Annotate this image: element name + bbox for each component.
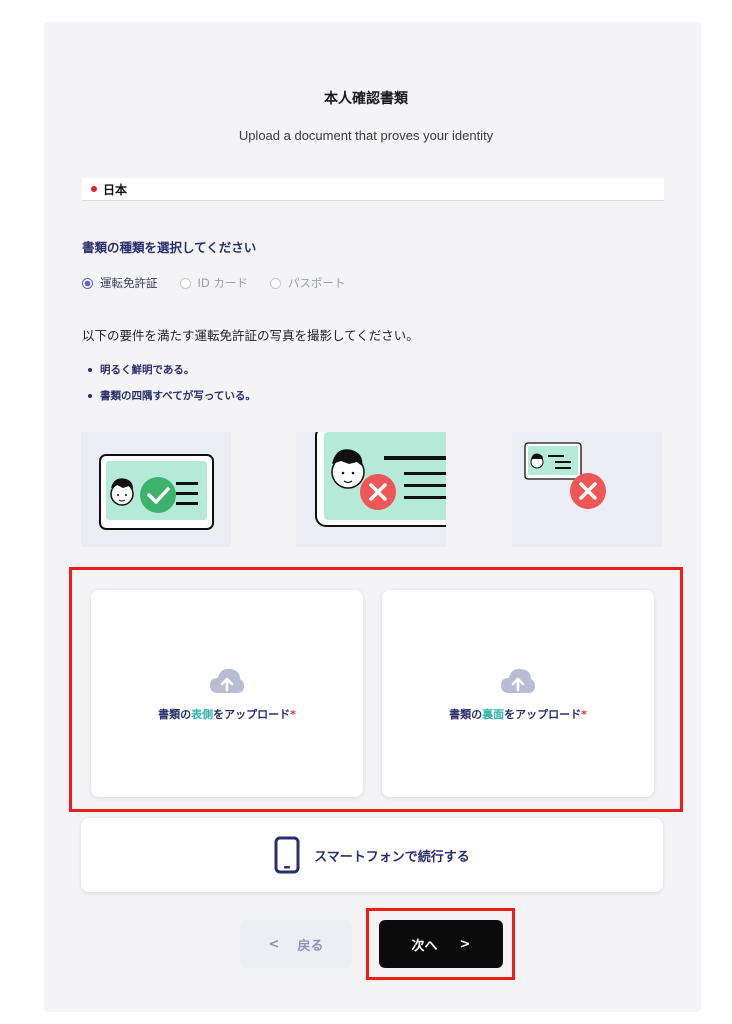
japan-flag-icon [91, 186, 97, 192]
smartphone-label: スマートフォンで続行する [314, 849, 470, 865]
example-too-far-photo [512, 432, 662, 547]
bullet-icon [88, 393, 92, 398]
bullet-icon [88, 367, 92, 372]
next-button[interactable]: 次へ > [379, 920, 503, 968]
back-button[interactable]: < 戻る [240, 920, 352, 968]
photo-instruction: 以下の要件を満たす運転免許証の写真を撮影してください。 [82, 328, 419, 343]
country-name: 日本 [103, 182, 128, 197]
country-select[interactable]: 日本 [82, 178, 664, 201]
radio-label: パスポート [287, 276, 346, 290]
document-type-radio-group: 運転免許証 ID カード パスポート [82, 275, 367, 291]
page-subtitle: Upload a document that proves your ident… [238, 128, 494, 143]
upload-front-button[interactable]: 書類の表側をアップロード* [91, 590, 363, 797]
next-label: 次へ [411, 938, 438, 954]
cloud-upload-icon [210, 668, 244, 693]
upload-label-suffix: をアップロード [213, 707, 291, 721]
back-label: 戻る [297, 938, 324, 954]
upload-label-prefix: 書類の [158, 707, 192, 721]
upload-label-prefix: 書類の [449, 707, 483, 721]
radio-id-card[interactable]: ID カード [179, 275, 248, 291]
upload-back-button[interactable]: 書類の裏面をアップロード* [382, 590, 654, 797]
chevron-left-icon: < [268, 936, 280, 952]
id-card-too-close-icon [315, 432, 446, 527]
required-asterisk: * [581, 707, 587, 721]
requirement-item: 明るく鮮明である。 [88, 362, 194, 377]
upload-label-accent: 表側 [191, 707, 214, 721]
radio-label: ID カード [197, 276, 248, 290]
requirement-text: 明るく鮮明である。 [100, 364, 195, 376]
requirement-item: 書類の四隅すべてが写っている。 [88, 388, 256, 403]
radio-drivers-license[interactable]: 運転免許証 [82, 275, 158, 291]
upload-label-accent: 裏面 [482, 707, 505, 721]
page-title: 本人確認書類 [324, 91, 408, 107]
document-type-label: 書類の種類を選択してください [82, 240, 257, 255]
radio-label: 運転免許証 [100, 276, 158, 290]
requirement-text: 書類の四隅すべてが写っている。 [100, 390, 256, 402]
upload-label-suffix: をアップロード [504, 707, 582, 721]
radio-unselected-icon [269, 277, 281, 289]
smartphone-icon [274, 836, 300, 874]
id-card-check-icon [99, 454, 214, 530]
required-asterisk: * [290, 707, 296, 721]
id-card-too-far-icon [524, 442, 606, 509]
cloud-upload-icon [501, 668, 535, 693]
upload-back-label: 書類の裏面をアップロード* [449, 706, 587, 722]
chevron-right-icon: > [459, 936, 471, 952]
example-good-photo [81, 432, 231, 547]
continue-on-smartphone-button[interactable]: スマートフォンで続行する [81, 818, 663, 892]
radio-selected-icon [82, 277, 93, 289]
upload-front-label: 書類の表側をアップロード* [158, 706, 296, 722]
radio-unselected-icon [179, 277, 191, 289]
radio-passport[interactable]: パスポート [269, 275, 346, 291]
example-too-close-photo [296, 432, 446, 547]
